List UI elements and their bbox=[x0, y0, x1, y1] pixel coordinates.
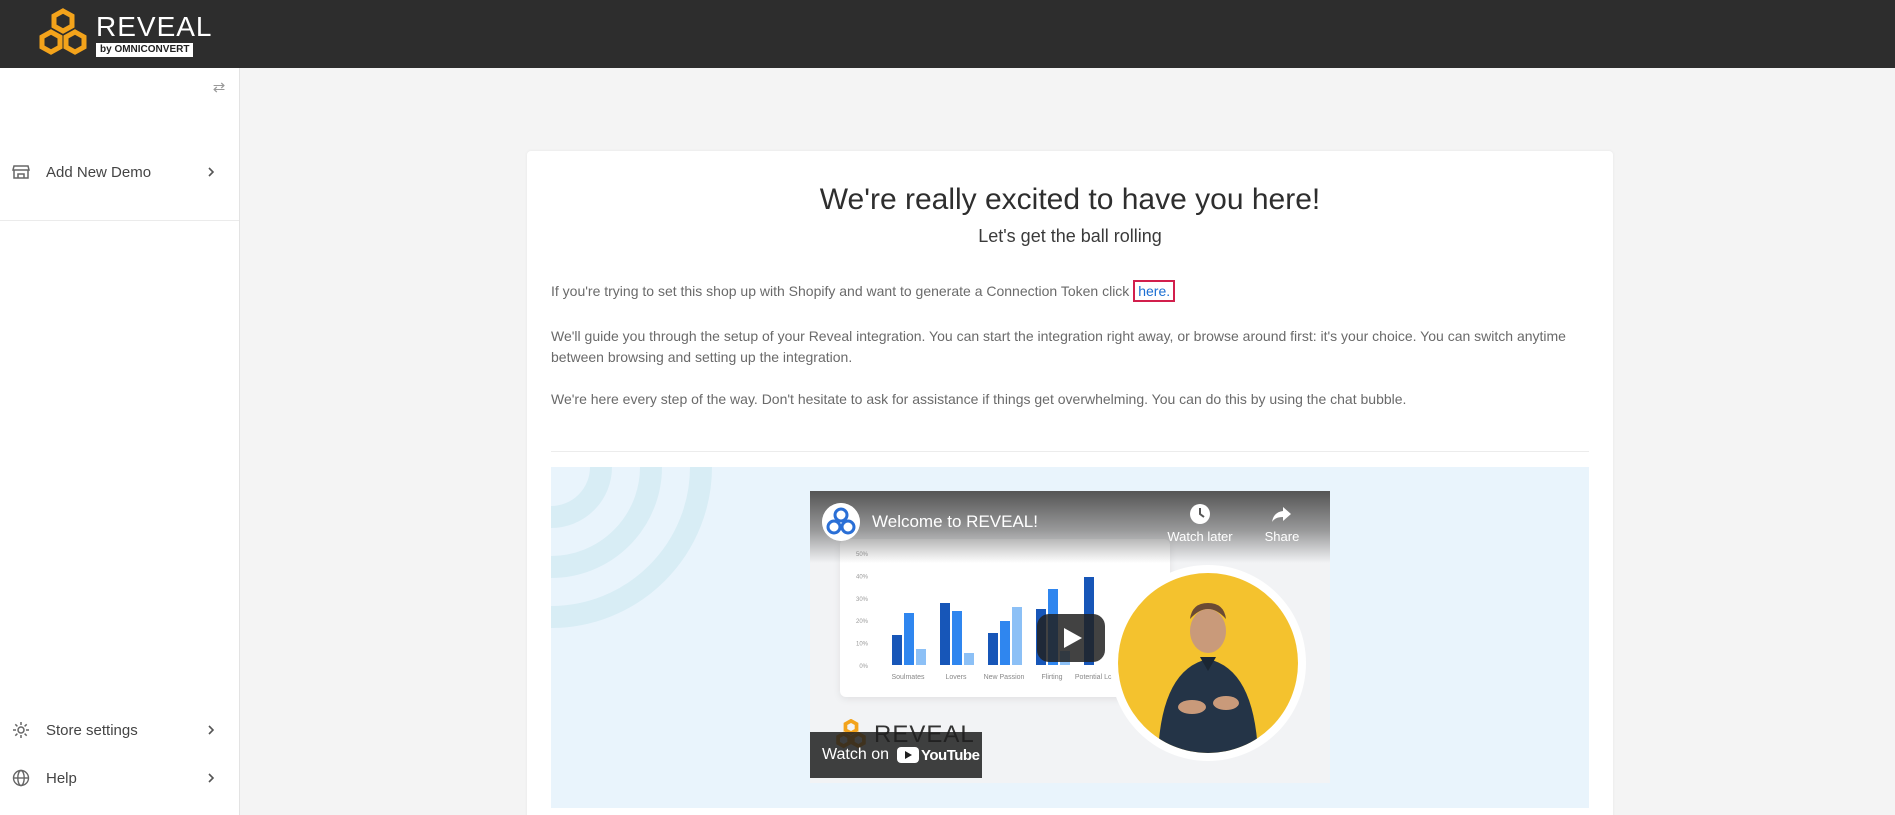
video-chart-category: Soulmates bbox=[891, 674, 925, 681]
watch-on-label: Watch on bbox=[822, 746, 889, 763]
youtube-logo: YouTube bbox=[897, 746, 980, 764]
share-icon bbox=[1272, 507, 1291, 522]
video-chart-ytick: 30% bbox=[856, 597, 869, 603]
guide-paragraph: We'll guide you through the setup of you… bbox=[551, 328, 1566, 365]
sidebar-item-help[interactable]: Help bbox=[0, 754, 239, 802]
connection-token-link[interactable]: here. bbox=[1133, 280, 1176, 302]
video-chart-ytick: 10% bbox=[856, 642, 869, 648]
video-chart-bar bbox=[916, 649, 926, 665]
channel-avatar[interactable] bbox=[822, 503, 860, 541]
youtube-player[interactable]: 50%40%30%20%10%0%SoulmatesLoversNew Pass… bbox=[810, 491, 1330, 783]
divider bbox=[551, 451, 1589, 452]
globe-icon bbox=[12, 769, 30, 787]
video-chart-ytick: 20% bbox=[856, 619, 869, 625]
top-bar: REVEAL by OMNICONVERT bbox=[0, 0, 1895, 68]
video-chart-category: Lovers bbox=[945, 674, 967, 681]
reveal-logo[interactable]: REVEAL by OMNICONVERT bbox=[36, 8, 213, 60]
presenter-figure bbox=[1158, 603, 1258, 753]
video-chart-bar bbox=[988, 633, 998, 665]
video-chart-bar bbox=[1012, 607, 1022, 665]
page-subtitle: Let's get the ball rolling bbox=[978, 226, 1162, 246]
sidebar: ⇄ Add New Demo Store settings Help bbox=[0, 68, 240, 815]
watch-later-label: Watch later bbox=[1167, 529, 1233, 544]
support-paragraph: We're here every step of the way. Don't … bbox=[551, 391, 1407, 407]
video-chart-category: New Passion bbox=[984, 674, 1025, 681]
video-chart-bar bbox=[1000, 621, 1010, 665]
share-label: Share bbox=[1264, 529, 1300, 544]
video-chart-bar bbox=[964, 653, 974, 665]
youtube-play-icon bbox=[897, 747, 919, 763]
video-panel: 50%40%30%20%10%0%SoulmatesLoversNew Pass… bbox=[551, 467, 1589, 808]
sidebar-item-label: Store settings bbox=[46, 721, 138, 739]
video-chart-category: Flirting bbox=[1041, 674, 1062, 681]
logo-subtitle: by OMNICONVERT bbox=[96, 42, 194, 57]
video-chart-ytick: 0% bbox=[859, 664, 868, 670]
logo-wordmark: REVEAL bbox=[96, 10, 213, 42]
swap-arrows-icon[interactable]: ⇄ bbox=[211, 80, 227, 96]
sidebar-item-label: Add New Demo bbox=[46, 163, 152, 181]
video-chart-bar bbox=[904, 613, 914, 665]
decorative-rings bbox=[551, 467, 712, 628]
video-title[interactable]: Welcome to REVEAL! bbox=[872, 512, 1038, 532]
share-button[interactable]: Share bbox=[1246, 503, 1318, 544]
page-title: We're really excited to have you here! bbox=[819, 183, 1321, 216]
video-chart-ytick: 40% bbox=[856, 574, 869, 580]
gear-icon bbox=[13, 722, 29, 738]
welcome-card: We're really excited to have you here! L… bbox=[527, 151, 1613, 815]
sidebar-divider bbox=[0, 220, 239, 221]
sidebar-item-add-new-demo[interactable]: Add New Demo bbox=[0, 148, 239, 196]
youtube-wordmark: YouTube bbox=[921, 746, 980, 764]
clock-icon bbox=[1190, 504, 1210, 524]
shopify-text: If you're trying to set this shop up wit… bbox=[551, 283, 1134, 299]
chevron-right-icon bbox=[208, 773, 215, 783]
video-chart-bar bbox=[892, 635, 902, 665]
play-button[interactable] bbox=[1037, 614, 1105, 662]
honeycomb-logo-icon bbox=[39, 8, 87, 55]
watch-on-youtube-button[interactable]: Watch on YouTube bbox=[810, 732, 982, 778]
chevron-right-icon bbox=[208, 167, 215, 177]
video-chart-bar bbox=[940, 603, 950, 665]
video-chart-bar bbox=[952, 611, 962, 665]
sidebar-item-store-settings[interactable]: Store settings bbox=[0, 706, 239, 754]
store-icon bbox=[12, 165, 30, 179]
presenter-thumbnail bbox=[1110, 565, 1306, 761]
watch-later-button[interactable]: Watch later bbox=[1164, 503, 1236, 544]
sidebar-item-label: Help bbox=[46, 769, 77, 787]
shopify-paragraph: If you're trying to set this shop up wit… bbox=[551, 280, 1591, 302]
chevron-right-icon bbox=[208, 725, 215, 735]
